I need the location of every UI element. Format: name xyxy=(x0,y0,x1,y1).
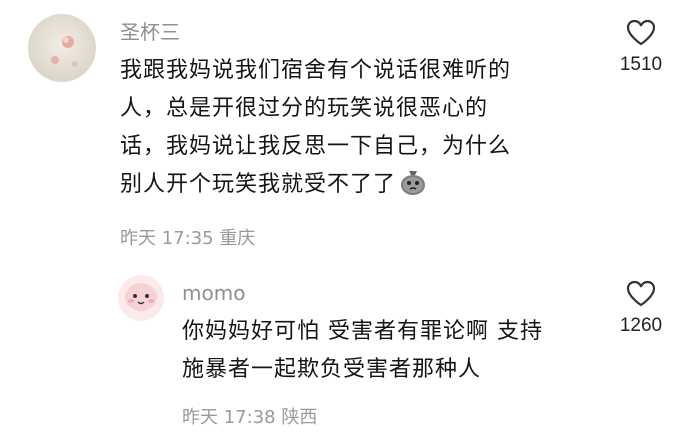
comment-meta: 昨天 17:38 陕西 xyxy=(182,407,318,428)
comment-line: 别人开个玩笑我就受不了了 xyxy=(120,166,590,210)
comment-line-text: 别人开个玩笑我就受不了了 xyxy=(120,172,397,197)
like-count: 1510 xyxy=(619,54,663,75)
comment-username[interactable]: 圣杯三 xyxy=(120,16,180,45)
comment-username[interactable]: momo xyxy=(182,281,245,305)
comment-1: 圣杯三 我跟我妈说我们宿舍有个说话很难听的 人，总是开很过分的玩笑说很恶心的 话… xyxy=(0,0,690,265)
like-button[interactable]: 1510 xyxy=(606,18,676,76)
heart-outline-icon xyxy=(626,19,656,46)
like-count: 1260 xyxy=(619,315,663,336)
avatar[interactable] xyxy=(28,14,96,82)
bag-emoji-icon xyxy=(398,167,428,210)
comment-line: 我跟我妈说我们宿舍有个说话很难听的 xyxy=(120,58,512,83)
comment-line: 你妈妈好可怕 受害者有罪论啊 支持 xyxy=(182,319,543,344)
avatar[interactable] xyxy=(118,275,164,321)
comment-line: 话，我妈说让我反思一下自己，为什么 xyxy=(120,134,512,159)
heart-outline-icon xyxy=(626,280,656,307)
comment-text: 你妈妈好可怕 受害者有罪论啊 支持 施暴者一起欺负受害者那种人 xyxy=(182,313,602,389)
comment-meta: 昨天 17:35 重庆 xyxy=(120,228,256,249)
comment-line: 施暴者一起欺负受害者那种人 xyxy=(182,357,482,382)
comment-text: 我跟我妈说我们宿舍有个说话很难听的 人，总是开很过分的玩笑说很恶心的 话，我妈说… xyxy=(120,52,590,210)
comment-2: momo 你妈妈好可怕 受害者有罪论啊 支持 施暴者一起欺负受害者那种人 昨天 … xyxy=(0,265,690,440)
like-button[interactable]: 1260 xyxy=(606,279,676,337)
comment-line: 人，总是开很过分的玩笑说很恶心的 xyxy=(120,96,489,121)
